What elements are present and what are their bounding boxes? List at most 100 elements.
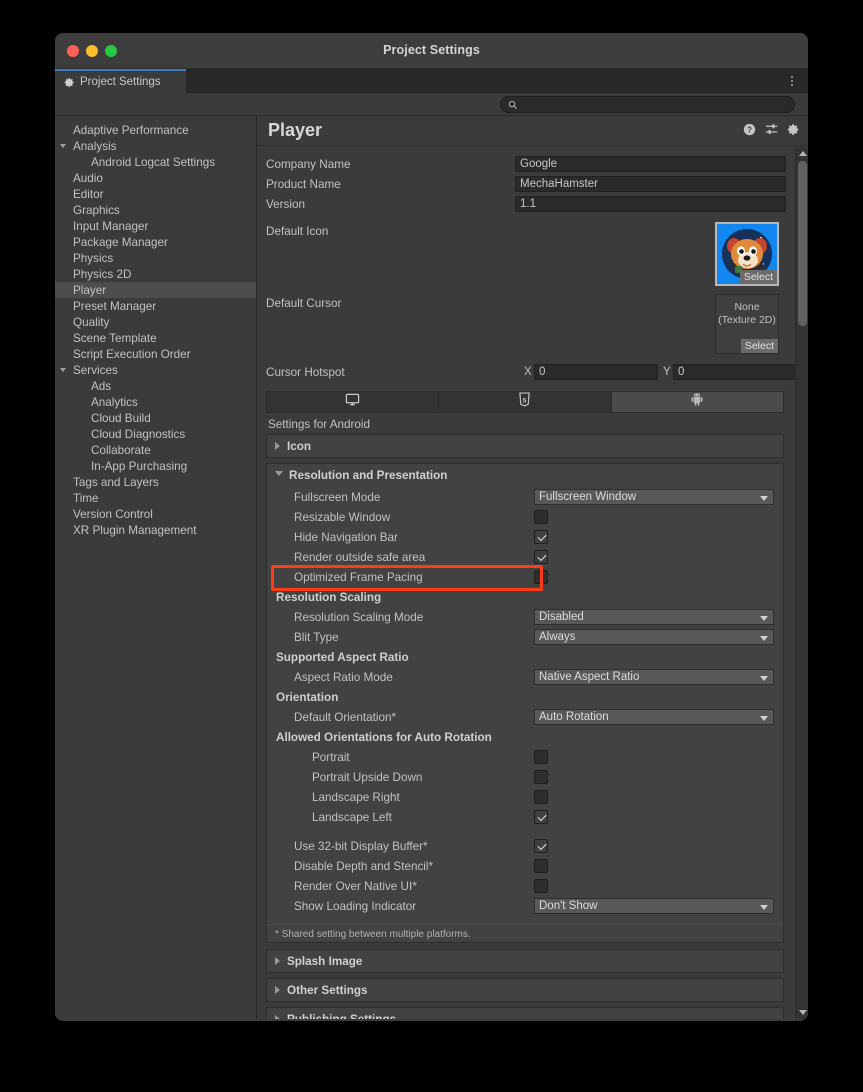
sidebar-item-graphics[interactable]: Graphics (55, 202, 256, 218)
setting-row-default-orientation[interactable]: Default Orientation*Auto Rotation (267, 707, 783, 727)
default-cursor-preview[interactable]: None (Texture 2D) Select (715, 294, 779, 354)
sidebar-item-cloud-diagnostics[interactable]: Cloud Diagnostics (55, 426, 256, 442)
section-resolution-header[interactable]: Resolution and Presentation (267, 464, 783, 486)
tab-project-settings[interactable]: Project Settings (55, 69, 186, 93)
section-icon-header[interactable]: Icon (267, 435, 783, 457)
help-icon[interactable]: ? (743, 123, 756, 141)
checkbox-disable-depth-and-stencil[interactable] (534, 859, 548, 873)
scroll-up-arrow-icon[interactable] (799, 151, 807, 156)
sidebar-item-cloud-build[interactable]: Cloud Build (55, 410, 256, 426)
section-publishing-header[interactable]: Publishing Settings (267, 1008, 783, 1019)
search-input[interactable] (522, 99, 772, 111)
presets-icon[interactable] (765, 123, 778, 141)
sidebar-item-ads[interactable]: Ads (55, 378, 256, 394)
setting-row-use-32-bit-display-buffer[interactable]: Use 32-bit Display Buffer* (267, 836, 783, 856)
default-cursor-select-button[interactable]: Select (741, 339, 778, 353)
setting-row-fullscreen-mode[interactable]: Fullscreen ModeFullscreen Window (267, 487, 783, 507)
section-other-header[interactable]: Other Settings (267, 979, 783, 1001)
pane-header: Player ? (257, 116, 808, 146)
setting-row-disable-depth-and-stencil[interactable]: Disable Depth and Stencil* (267, 856, 783, 876)
settings-category-sidebar[interactable]: Adaptive PerformanceAnalysisAndroid Logc… (55, 116, 257, 1019)
platform-tab-android[interactable] (612, 392, 783, 412)
platform-tab-standalone[interactable] (267, 392, 439, 412)
checkbox-resizable-window[interactable] (534, 510, 548, 524)
vertical-scrollbar[interactable] (795, 147, 808, 1019)
overflow-menu-icon[interactable] (786, 73, 798, 89)
dropdown-blit-type[interactable]: Always (534, 629, 774, 645)
sidebar-item-analysis[interactable]: Analysis (55, 138, 256, 154)
setting-row-optimized-frame-pacing[interactable]: Optimized Frame Pacing (267, 567, 783, 587)
sidebar-item-tags-and-layers[interactable]: Tags and Layers (55, 474, 256, 490)
section-other-settings[interactable]: Other Settings (266, 978, 784, 1002)
setting-row-portrait-upside-down[interactable]: Portrait Upside Down (267, 767, 783, 787)
setting-row-resizable-window[interactable]: Resizable Window (267, 507, 783, 527)
setting-row-portrait[interactable]: Portrait (267, 747, 783, 767)
cursor-hotspot-x-input[interactable] (534, 364, 658, 380)
dropdown-default-orientation[interactable]: Auto Rotation (534, 709, 774, 725)
setting-row-show-loading-indicator[interactable]: Show Loading IndicatorDon't Show (267, 896, 783, 916)
platform-tab-bar[interactable]: 5 (266, 391, 784, 413)
dropdown-resolution-scaling-mode[interactable]: Disabled (534, 609, 774, 625)
section-splash-image[interactable]: Splash Image (266, 949, 784, 973)
checkbox-landscape-right[interactable] (534, 790, 548, 804)
search-field[interactable] (500, 96, 795, 113)
checkbox-hide-navigation-bar[interactable] (534, 530, 548, 544)
sidebar-item-audio[interactable]: Audio (55, 170, 256, 186)
checkbox-render-over-native-ui[interactable] (534, 879, 548, 893)
checkbox-render-outside-safe-area[interactable] (534, 550, 548, 564)
setting-row-render-over-native-ui[interactable]: Render Over Native UI* (267, 876, 783, 896)
dropdown-fullscreen-mode[interactable]: Fullscreen Window (534, 489, 774, 505)
sidebar-item-physics-2d[interactable]: Physics 2D (55, 266, 256, 282)
sidebar-item-input-manager[interactable]: Input Manager (55, 218, 256, 234)
setting-row-landscape-left[interactable]: Landscape Left (267, 807, 783, 827)
dropdown-aspect-ratio-mode[interactable]: Native Aspect Ratio (534, 669, 774, 685)
sidebar-item-editor[interactable]: Editor (55, 186, 256, 202)
version-input[interactable] (515, 196, 786, 212)
scroll-down-arrow-icon[interactable] (799, 1010, 807, 1015)
sidebar-item-label: Physics (55, 252, 113, 265)
checkbox-use-32-bit-display-buffer[interactable] (534, 839, 548, 853)
setting-row-resolution-scaling-mode[interactable]: Resolution Scaling ModeDisabled (267, 607, 783, 627)
checkbox-portrait-upside-down[interactable] (534, 770, 548, 784)
sidebar-item-script-execution-order[interactable]: Script Execution Order (55, 346, 256, 362)
sidebar-item-time[interactable]: Time (55, 490, 256, 506)
default-icon-preview[interactable]: Select (715, 222, 779, 286)
sidebar-item-player[interactable]: Player (55, 282, 256, 298)
section-publishing-title: Publishing Settings (287, 1013, 396, 1020)
sidebar-item-preset-manager[interactable]: Preset Manager (55, 298, 256, 314)
scrollbar-thumb[interactable] (798, 161, 807, 326)
sidebar-item-services[interactable]: Services (55, 362, 256, 378)
chevron-down-icon[interactable] (60, 368, 66, 375)
section-icon[interactable]: Icon (266, 434, 784, 458)
settings-scroll-area[interactable]: Company Name Product Name Version Defaul… (257, 147, 808, 1019)
checkbox-portrait[interactable] (534, 750, 548, 764)
sidebar-item-version-control[interactable]: Version Control (55, 506, 256, 522)
sidebar-item-physics[interactable]: Physics (55, 250, 256, 266)
sidebar-item-adaptive-performance[interactable]: Adaptive Performance (55, 122, 256, 138)
sidebar-item-analytics[interactable]: Analytics (55, 394, 256, 410)
chevron-down-icon[interactable] (60, 144, 66, 151)
dropdown-show-loading-indicator[interactable]: Don't Show (534, 898, 774, 914)
section-splash-header[interactable]: Splash Image (267, 950, 783, 972)
sidebar-item-android-logcat-settings[interactable]: Android Logcat Settings (55, 154, 256, 170)
platform-tab-webgl[interactable]: 5 (439, 392, 611, 412)
product-name-input[interactable] (515, 176, 786, 192)
default-icon-select-button[interactable]: Select (740, 270, 777, 284)
sidebar-item-scene-template[interactable]: Scene Template (55, 330, 256, 346)
sidebar-item-in-app-purchasing[interactable]: In-App Purchasing (55, 458, 256, 474)
checkbox-optimized-frame-pacing[interactable] (534, 570, 548, 584)
gear-icon[interactable] (787, 123, 800, 141)
cursor-hotspot-y-input[interactable] (673, 364, 797, 380)
sidebar-item-xr-plugin-management[interactable]: XR Plugin Management (55, 522, 256, 538)
checkbox-landscape-left[interactable] (534, 810, 548, 824)
sidebar-item-package-manager[interactable]: Package Manager (55, 234, 256, 250)
setting-row-blit-type[interactable]: Blit TypeAlways (267, 627, 783, 647)
section-publishing-settings[interactable]: Publishing Settings (266, 1007, 784, 1019)
sidebar-item-quality[interactable]: Quality (55, 314, 256, 330)
setting-row-hide-navigation-bar[interactable]: Hide Navigation Bar (267, 527, 783, 547)
setting-row-landscape-right[interactable]: Landscape Right (267, 787, 783, 807)
company-name-input[interactable] (515, 156, 786, 172)
setting-row-aspect-ratio-mode[interactable]: Aspect Ratio ModeNative Aspect Ratio (267, 667, 783, 687)
sidebar-item-collaborate[interactable]: Collaborate (55, 442, 256, 458)
setting-row-render-outside-safe-area[interactable]: Render outside safe area (267, 547, 783, 567)
